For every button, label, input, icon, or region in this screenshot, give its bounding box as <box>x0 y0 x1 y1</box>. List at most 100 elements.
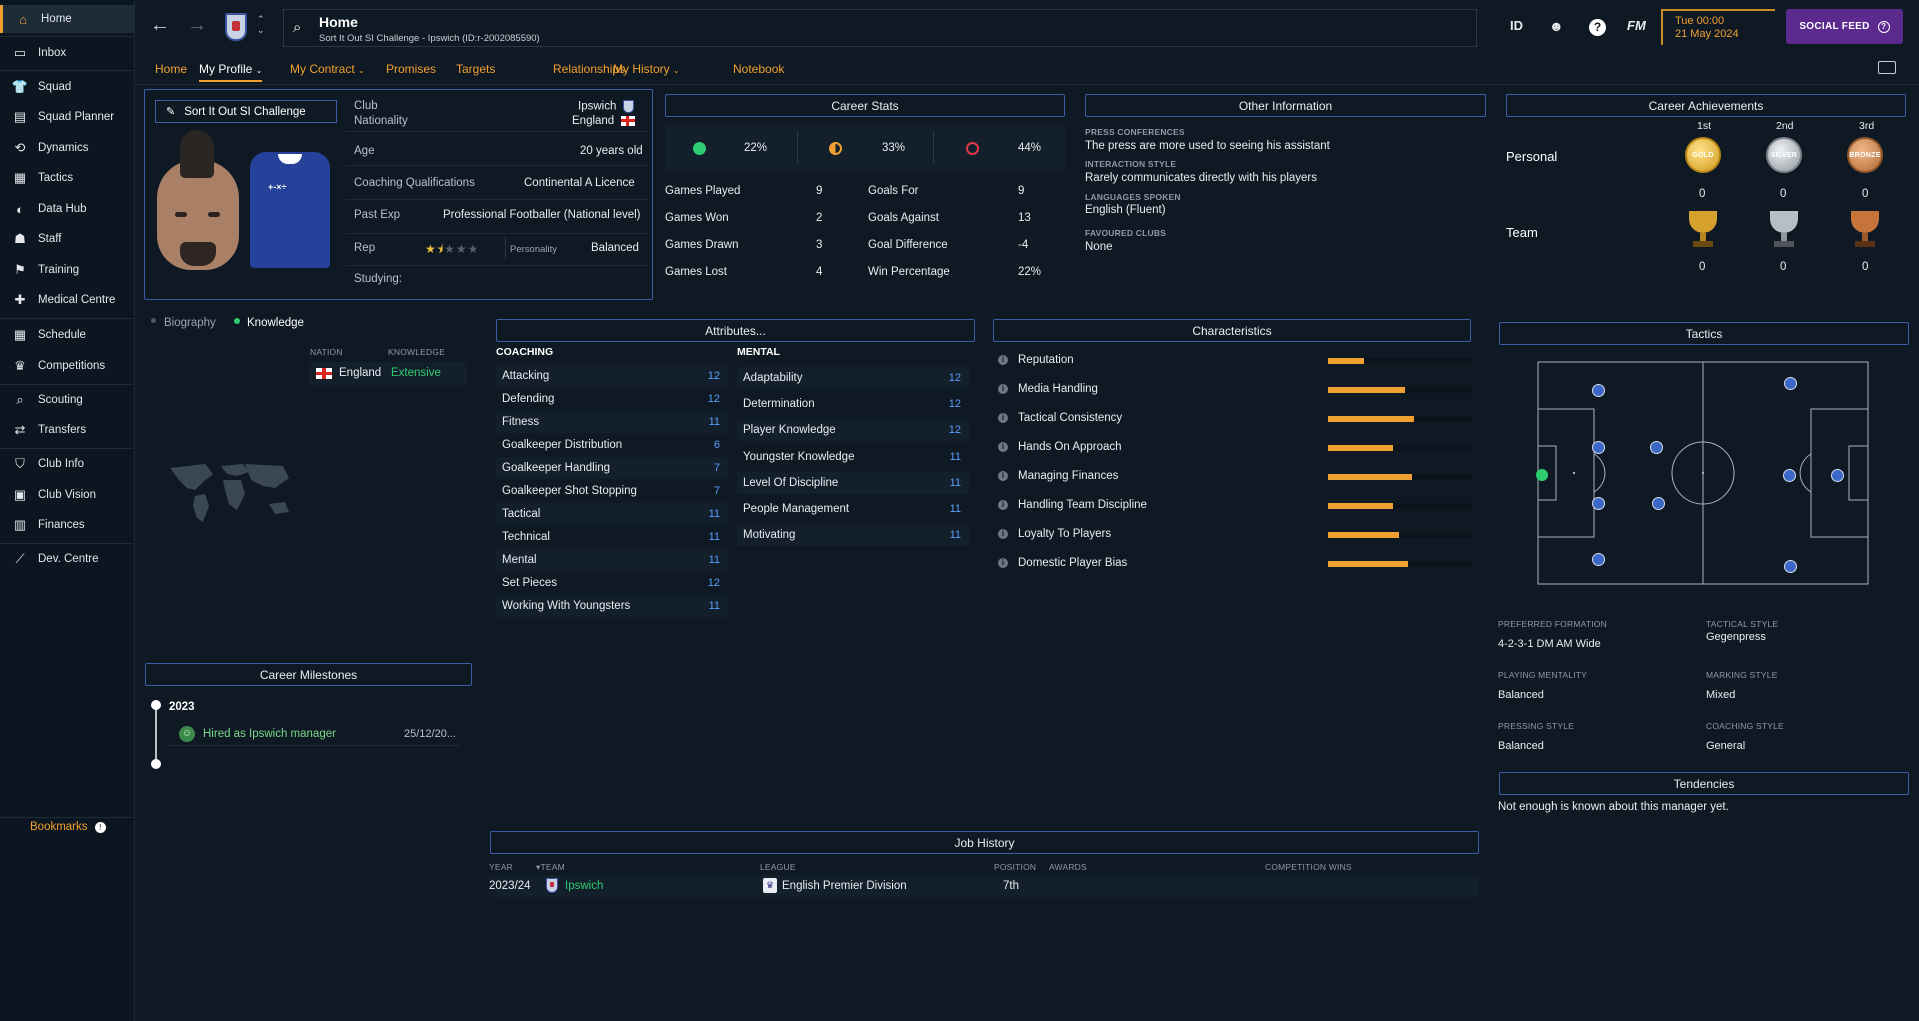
knowledge-row[interactable] <box>309 362 467 385</box>
col-awards[interactable]: AWARDS <box>1049 862 1087 872</box>
nationality-value[interactable]: England <box>572 115 636 127</box>
col-position[interactable]: POSITION <box>994 862 1036 872</box>
characteristic-row[interactable]: i Handling Team Discipline <box>998 496 1478 518</box>
emoji-icon[interactable]: ☻ <box>1549 18 1564 34</box>
characteristic-row[interactable]: i Hands On Approach <box>998 438 1478 460</box>
back-arrow-icon[interactable]: ← <box>150 14 170 37</box>
mentality-value: Balanced <box>1498 689 1544 701</box>
transfers-icon: ⇄ <box>14 422 26 437</box>
page-subtitle: Sort It Out SI Challenge - Ipswich (ID:r… <box>319 33 540 44</box>
attribute-label: People Management <box>743 503 850 515</box>
club-crest-icon[interactable] <box>225 13 247 41</box>
info-icon[interactable]: i <box>998 413 1008 423</box>
sidebar-item-data-hub[interactable]: ◐ Data Hub <box>0 195 135 223</box>
attribute-value: 12 <box>948 424 961 437</box>
attribute-value: 11 <box>708 600 720 612</box>
info-icon[interactable]: i <box>998 355 1008 365</box>
info-icon[interactable]: i <box>998 384 1008 394</box>
tab-promises[interactable]: Promises <box>386 62 436 76</box>
characteristic-row[interactable]: i Managing Finances <box>998 467 1478 489</box>
characteristic-row[interactable]: i Tactical Consistency <box>998 409 1478 431</box>
attribute-label: Youngster Knowledge <box>743 450 855 463</box>
tab-my-profile[interactable]: My Profile ⌄ <box>199 62 263 82</box>
attribute-value: 7 <box>713 462 720 474</box>
info-icon[interactable]: i <box>998 500 1008 510</box>
sidebar-item-transfers[interactable]: ⇄ Transfers <box>0 416 135 444</box>
sidebar-item-squad-planner[interactable]: ▤ Squad Planner <box>0 103 135 131</box>
sidebar-item-schedule[interactable]: ▦ Schedule <box>0 321 135 349</box>
col-team[interactable]: ▾TEAM <box>536 862 565 873</box>
tab-my-history[interactable]: My History ⌄ <box>613 62 680 76</box>
table-row[interactable] <box>489 875 1479 897</box>
sidebar-item-scouting[interactable]: ⌕ Scouting <box>0 386 135 414</box>
characteristic-row[interactable]: i Domestic Player Bias <box>998 554 1478 576</box>
sidebar-item-medical-centre[interactable]: ✚ Medical Centre <box>0 286 135 314</box>
col-year[interactable]: YEAR <box>489 862 513 872</box>
row-league[interactable]: English Premier Division <box>782 880 907 892</box>
clubs-value: None <box>1085 241 1113 253</box>
tab-my-contract[interactable]: My Contract ⌄ <box>290 62 365 76</box>
social-feed-button[interactable]: SOCIAL FEED? <box>1786 9 1903 44</box>
sidebar-item-finances[interactable]: ▥ Finances <box>0 511 135 539</box>
col-league[interactable]: LEAGUE <box>760 862 796 872</box>
search-box[interactable]: ⌕ Home Sort It Out SI Challenge - Ipswic… <box>283 9 1477 47</box>
languages-value: English (Fluent) <box>1085 204 1166 216</box>
attribute-value: 12 <box>707 370 720 382</box>
characteristic-bar <box>1328 532 1473 538</box>
help-icon[interactable]: ? <box>1589 19 1606 36</box>
row-team[interactable]: Ipswich <box>565 880 603 892</box>
sidebar-item-staff[interactable]: ☗ Staff <box>0 225 135 253</box>
tactics-pitch <box>1537 361 1869 585</box>
milestone-event[interactable]: Hired as Ipswich manager <box>203 728 336 740</box>
sidebar-item-club-info[interactable]: ⛉ Club Info <box>0 450 135 478</box>
forward-arrow-icon[interactable]: → <box>187 14 207 37</box>
fm-icon[interactable]: FM <box>1627 18 1646 33</box>
id-icon[interactable]: ID <box>1510 18 1523 33</box>
sidebar-item-dynamics[interactable]: ⟲ Dynamics <box>0 134 135 162</box>
characteristic-label: Reputation <box>1018 354 1074 366</box>
tab-notebook[interactable]: Notebook <box>733 62 784 76</box>
info-icon[interactable]: i <box>998 471 1008 481</box>
shield-icon: ⛉ <box>15 456 25 471</box>
sidebar-item-home[interactable]: ⌂ Home <box>0 5 135 33</box>
characteristic-row[interactable]: i Reputation <box>998 351 1478 373</box>
sidebar-item-club-vision[interactable]: ▣ Club Vision <box>0 481 135 509</box>
attribute-value: 11 <box>708 531 720 543</box>
info-icon[interactable]: i <box>998 558 1008 568</box>
info-icon[interactable]: i <box>998 529 1008 539</box>
stat-value: -4 <box>1018 239 1029 251</box>
sidebar-item-inbox[interactable]: ▭ Inbox <box>0 39 135 67</box>
languages-label: LANGUAGES SPOKEN <box>1085 192 1181 202</box>
interaction-label: INTERACTION STYLE <box>1085 159 1177 169</box>
tab-targets[interactable]: Targets <box>456 62 495 76</box>
sidebar-item-competitions[interactable]: ♛ Competitions <box>0 352 135 380</box>
draw-dot-icon <box>829 142 842 155</box>
info-icon[interactable]: i <box>998 442 1008 452</box>
characteristic-row[interactable]: i Media Handling <box>998 380 1478 402</box>
col-competition-wins[interactable]: COMPETITION WINS <box>1265 862 1352 872</box>
sidebar-item-label: Staff <box>38 233 62 245</box>
bookmarks-button[interactable]: Bookmarks ! <box>30 821 106 833</box>
draw-pct: 33% <box>882 142 906 154</box>
attribute-row: Tactical 11 <box>496 503 728 525</box>
vision-icon: ▣ <box>13 487 27 502</box>
tab-knowledge[interactable]: Knowledge <box>247 317 304 329</box>
sidebar-item-dev-centre[interactable]: ⟋ Dev. Centre <box>0 545 135 573</box>
sidebar-item-training[interactable]: ⚑ Training <box>0 256 135 284</box>
characteristic-row[interactable]: i Loyalty To Players <box>998 525 1478 547</box>
up-down-chevron-icon[interactable]: ⌃ ⌄ <box>257 14 265 36</box>
characteristic-label: Handling Team Discipline <box>1018 499 1147 511</box>
date-display[interactable]: Tue 00:00 21 May 2024 <box>1661 9 1775 45</box>
attributes-button[interactable]: Attributes... <box>496 319 975 342</box>
tab-biography[interactable]: Biography <box>164 317 216 329</box>
manager-name-button[interactable]: ✎ Sort It Out SI Challenge <box>155 100 337 123</box>
sidebar-item-squad[interactable]: 👕 Squad <box>0 73 135 101</box>
age-label: Age <box>354 145 375 157</box>
sidebar-item-tactics[interactable]: ▦ Tactics <box>0 164 135 192</box>
club-value[interactable]: Ipswich <box>578 100 634 113</box>
attribute-row: Determination 12 <box>737 393 969 415</box>
characteristic-bar <box>1328 503 1473 509</box>
sidebar-item-label: Schedule <box>38 329 86 341</box>
coaching-label: Coaching Qualifications <box>354 177 475 189</box>
tab-home[interactable]: Home <box>155 62 187 76</box>
